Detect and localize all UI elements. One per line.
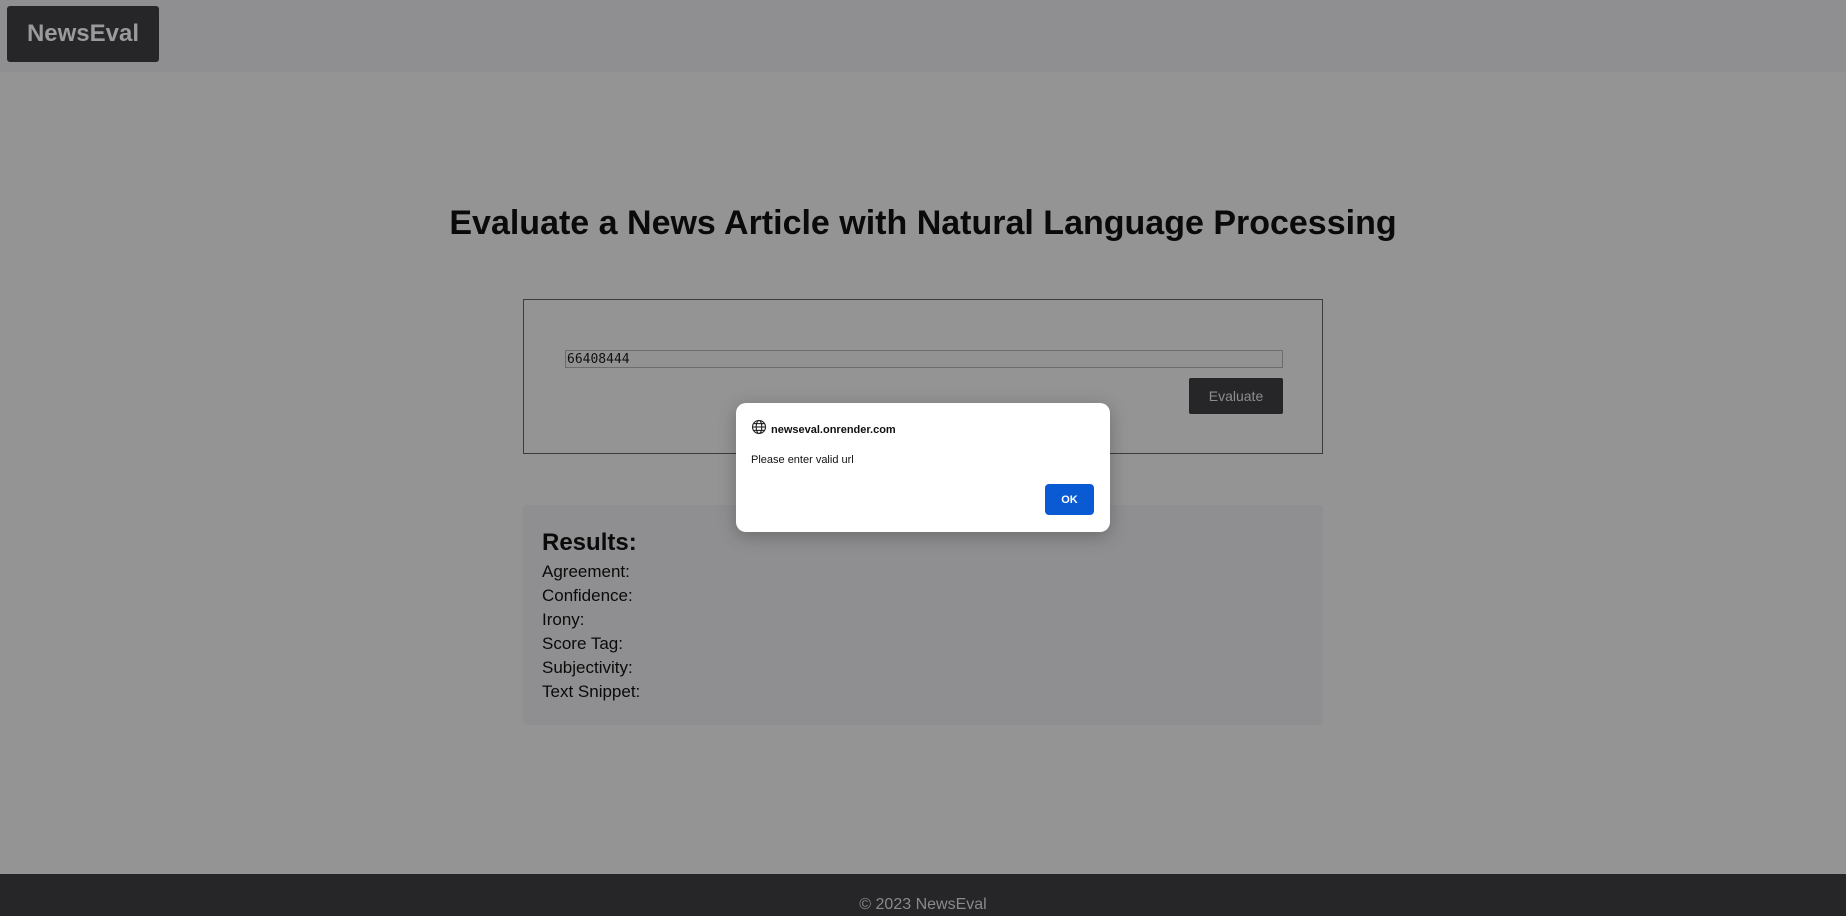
globe-icon — [751, 419, 767, 440]
result-text-snippet: Text Snippet: — [542, 682, 641, 701]
result-agreement: Agreement: — [542, 562, 630, 581]
result-irony: Irony: — [542, 610, 585, 629]
dialog-message: Please enter valid url — [751, 454, 854, 466]
footer-text: © 2023 NewsEval — [859, 896, 987, 913]
dialog-origin: newseval.onrender.com — [771, 423, 896, 436]
page-title: Evaluate a News Article with Natural Lan… — [449, 204, 1397, 242]
ok-button[interactable]: OK — [1045, 484, 1094, 515]
brand-logo[interactable]: NewsEval — [7, 6, 159, 62]
result-score-tag: Score Tag: — [542, 634, 623, 653]
url-input[interactable] — [565, 350, 1283, 368]
results-panel: Results: Agreement: Confidence: Irony: S… — [523, 505, 1323, 725]
result-subjectivity: Subjectivity: — [542, 658, 633, 677]
evaluate-button[interactable]: Evaluate — [1189, 378, 1283, 414]
alert-dialog: newseval.onrender.com Please enter valid… — [736, 403, 1110, 532]
dialog-header: newseval.onrender.com — [751, 419, 896, 440]
results-heading: Results: — [542, 529, 637, 556]
navbar: NewsEval — [0, 0, 1846, 72]
footer: © 2023 NewsEval — [0, 874, 1846, 916]
result-confidence: Confidence: — [542, 586, 633, 605]
